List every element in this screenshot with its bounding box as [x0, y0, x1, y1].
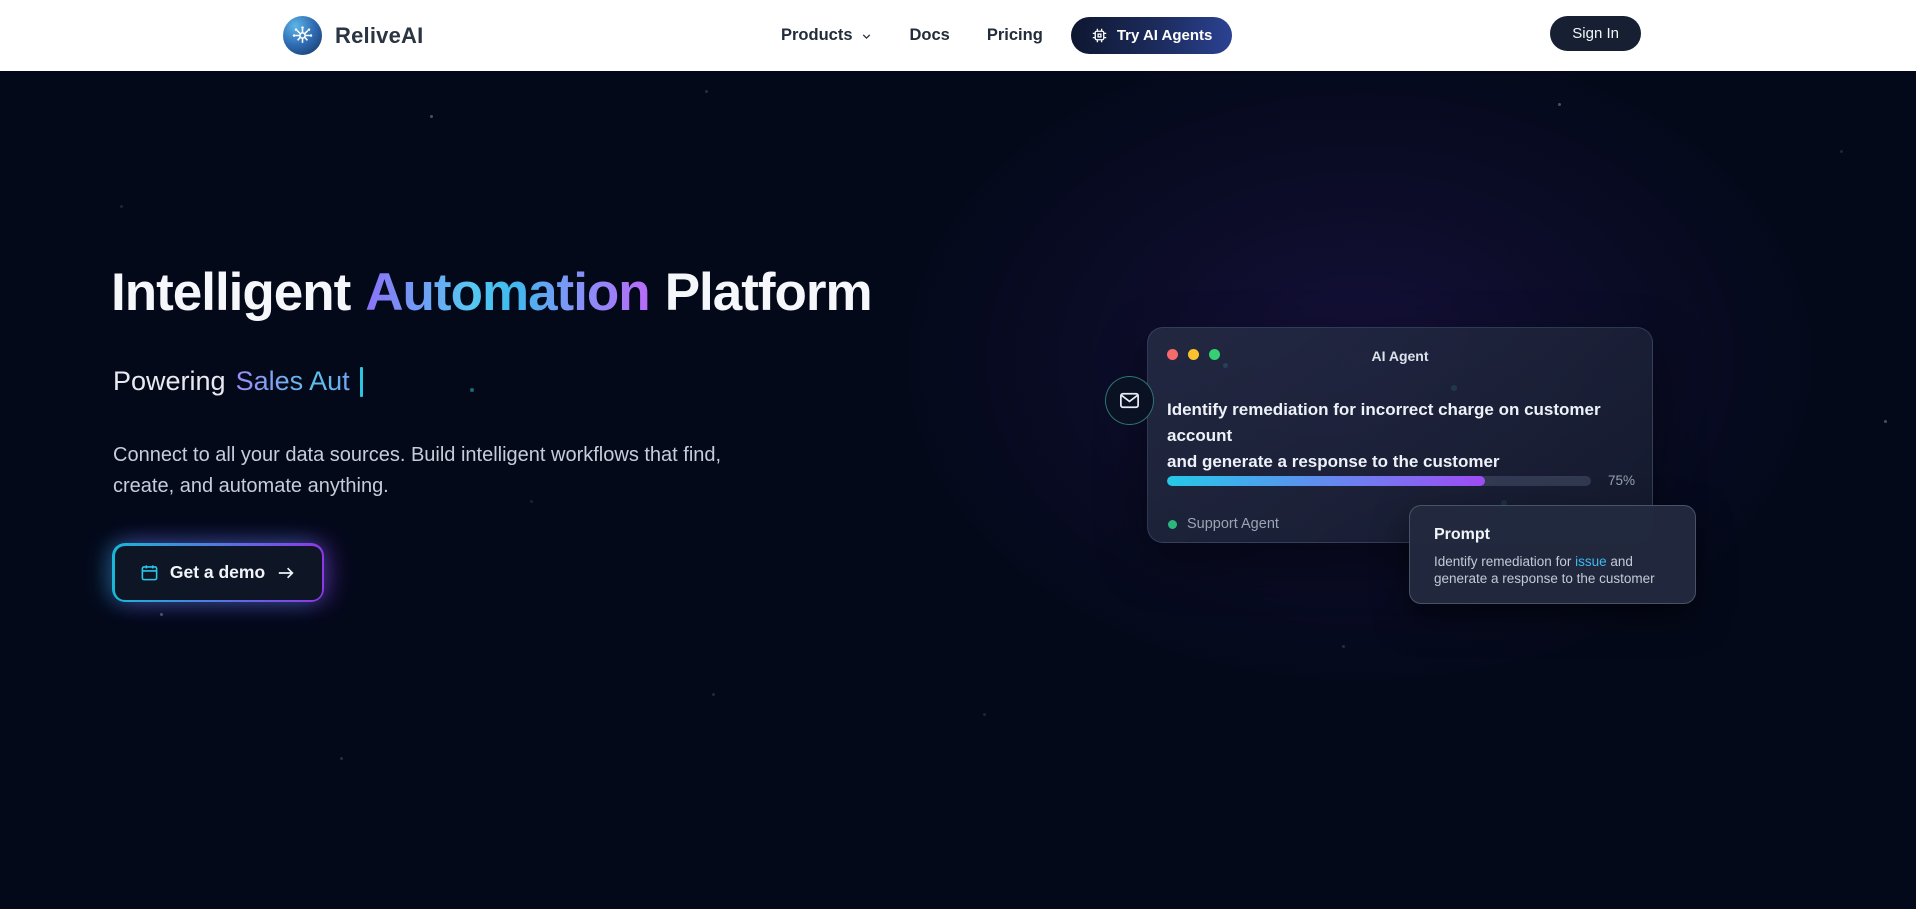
agent-window-title: AI Agent [1371, 348, 1429, 364]
try-ai-agents-label: Try AI Agents [1116, 27, 1213, 44]
nav-item-pricing[interactable]: Pricing [987, 26, 1043, 45]
teal-particle [470, 388, 474, 392]
get-demo-label: Get a demo [169, 562, 266, 582]
hero-description: Connect to all your data sources. Build … [113, 440, 721, 502]
star-dot [712, 693, 715, 696]
prompt-tooltip-card: Prompt Identify remediation for issue an… [1409, 505, 1696, 604]
star-dot [340, 757, 343, 760]
top-navbar: ReliveAI Products Docs Pricing Try AI Ag… [0, 0, 1916, 71]
star-dot [1884, 420, 1887, 423]
sign-in-button[interactable]: Sign In [1550, 16, 1641, 51]
get-demo-button[interactable]: Get a demo [112, 543, 324, 602]
prompt-body-line2: generate a response to the customer [1434, 571, 1655, 586]
title-word-platform: Platform [664, 263, 873, 322]
chevron-down-icon [860, 28, 873, 43]
star-dot [120, 205, 123, 208]
nav-item-products[interactable]: Products [781, 26, 873, 45]
brand[interactable]: ReliveAI [283, 0, 423, 71]
subtitle-prefix: Powering [113, 366, 226, 396]
agent-status: Support Agent [1168, 516, 1279, 532]
star-dot [1840, 150, 1843, 153]
progress-percent-label: 75% [1607, 473, 1635, 488]
agent-status-label: Support Agent [1187, 516, 1279, 532]
star-dot [430, 115, 433, 118]
progress-track [1167, 475, 1591, 486]
subtitle-typed-text: Sales Aut [235, 366, 350, 396]
calendar-icon [140, 563, 159, 582]
reliveai-logo-icon [283, 16, 322, 55]
primary-nav: Products Docs Pricing Try AI Agents [781, 0, 1233, 71]
arrow-right-icon [276, 565, 296, 581]
page-title: Intelligent Automation Platform [111, 262, 873, 323]
typewriter-subtitle: Powering Sales Aut [113, 366, 363, 397]
agent-task-line1: Identify remediation for incorrect charg… [1167, 400, 1601, 445]
typing-cursor [359, 366, 363, 397]
prompt-body: Identify remediation for issue and gener… [1434, 553, 1671, 587]
brand-name: ReliveAI [335, 22, 424, 48]
nav-item-docs[interactable]: Docs [910, 26, 950, 45]
status-dot-icon [1168, 519, 1177, 529]
progress-fill [1167, 475, 1485, 486]
prompt-body-post: and [1606, 554, 1633, 569]
star-dot [705, 90, 708, 93]
star-dot [1342, 645, 1345, 648]
agent-task-line2: and generate a response to the customer [1167, 452, 1500, 471]
agent-task-text: Identify remediation for incorrect charg… [1167, 397, 1633, 475]
agent-avatar [1105, 376, 1154, 425]
mail-icon [1118, 389, 1141, 412]
try-ai-agents-button[interactable]: Try AI Agents [1070, 17, 1233, 54]
prompt-title: Prompt [1434, 526, 1490, 543]
title-word-intelligent: Intelligent [111, 263, 351, 322]
hero-description-line2: create, and automate anything. [113, 475, 389, 497]
hero-description-line1: Connect to all your data sources. Build … [113, 444, 722, 466]
star-dot [1558, 103, 1561, 106]
chip-icon [1091, 27, 1108, 44]
agent-progress: 75% [1167, 473, 1635, 488]
nav-item-products-label: Products [781, 26, 853, 44]
star-dot [160, 613, 163, 616]
get-demo-button-inner[interactable]: Get a demo [114, 545, 322, 600]
prompt-issue-link[interactable]: issue [1575, 554, 1607, 569]
title-word-automation: Automation [365, 263, 650, 322]
prompt-body-pre: Identify remediation for [1434, 554, 1576, 569]
star-dot [983, 713, 986, 716]
